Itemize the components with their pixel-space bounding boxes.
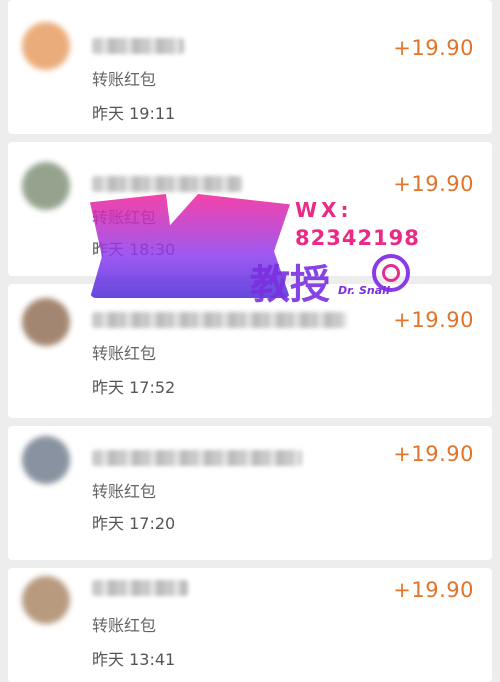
transaction-amount: +19.90: [393, 308, 474, 332]
transaction-time: 昨天 19:11: [92, 104, 176, 123]
transaction-amount: +19.90: [393, 172, 474, 196]
transaction-time: 昨天 17:52: [92, 378, 176, 397]
transaction-type: 转账红包: [92, 208, 157, 227]
list-item[interactable]: 转账红包 昨天 18:30 +19.90: [8, 142, 492, 276]
transaction-type: 转账红包: [92, 70, 157, 89]
transaction-time: 昨天 17:20: [92, 514, 176, 533]
list-item[interactable]: 转账红包 昨天 19:11 +19.90: [8, 0, 492, 134]
list-item[interactable]: 转账红包 昨天 17:52 +19.90: [8, 284, 492, 418]
transaction-type: 转账红包: [92, 482, 157, 501]
transaction-time: 昨天 18:30: [92, 240, 176, 259]
list-item[interactable]: 转账红包 昨天 17:20 +19.90: [8, 426, 492, 560]
sender-name-blurred: [92, 450, 302, 466]
transaction-amount: +19.90: [393, 442, 474, 466]
avatar[interactable]: [22, 162, 70, 210]
transaction-type: 转账红包: [92, 616, 157, 635]
list-item[interactable]: 转账红包 昨天 13:41 +19.90: [8, 568, 492, 682]
sender-name-blurred: [92, 38, 184, 54]
avatar[interactable]: [22, 436, 70, 484]
sender-name-blurred: [92, 580, 188, 596]
avatar[interactable]: [22, 22, 70, 70]
sender-name-blurred: [92, 176, 242, 192]
transaction-list: 转账红包 昨天 19:11 +19.90 转账红包 昨天 18:30 +19.9…: [0, 0, 500, 682]
avatar[interactable]: [22, 576, 70, 624]
transaction-amount: +19.90: [393, 578, 474, 602]
transaction-amount: +19.90: [393, 36, 474, 60]
sender-name-blurred: [92, 312, 347, 328]
transaction-type: 转账红包: [92, 344, 157, 363]
transaction-time: 昨天 13:41: [92, 650, 176, 669]
avatar[interactable]: [22, 298, 70, 346]
